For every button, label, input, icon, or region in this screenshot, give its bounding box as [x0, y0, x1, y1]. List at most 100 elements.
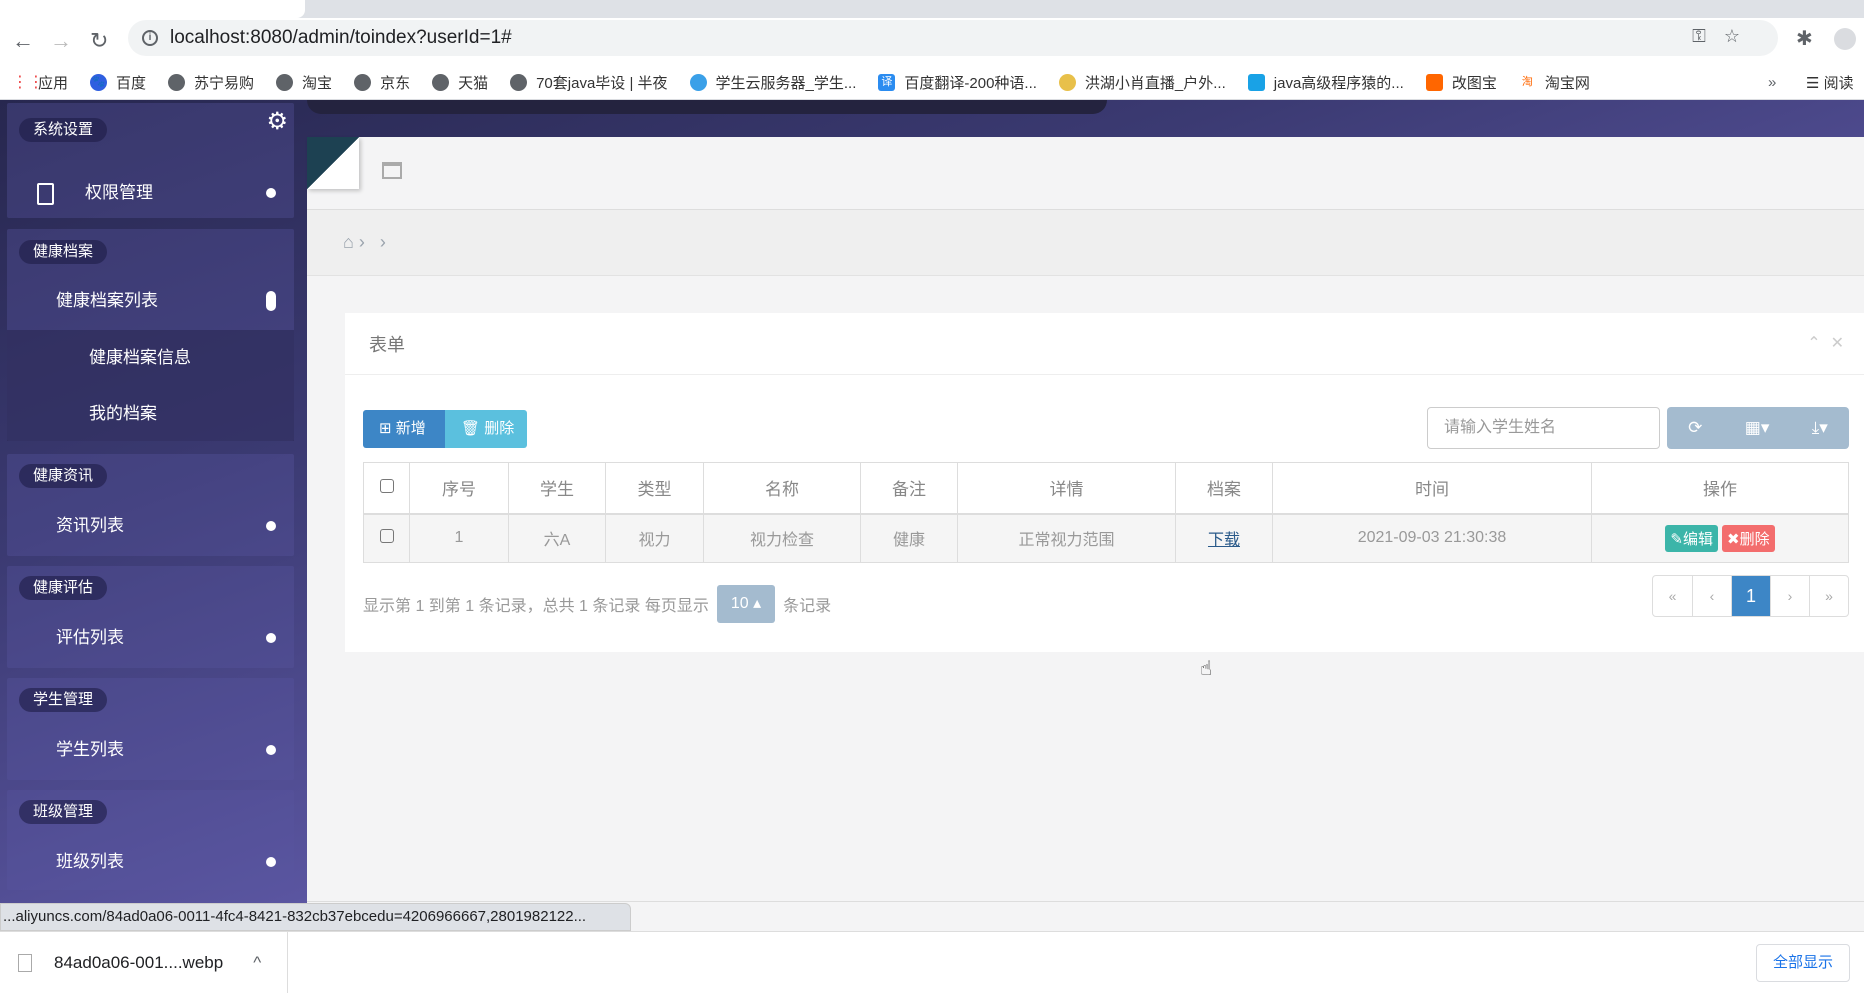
- delete-label: 删除: [1739, 530, 1770, 548]
- address-bar[interactable]: i localhost:8080/admin/toindex?userId=1# ⚿…: [128, 20, 1778, 56]
- show-all-button[interactable]: 全部显示: [1755, 944, 1850, 982]
- close-icon[interactable]: ✕: [1831, 335, 1854, 352]
- col-header[interactable]: 备注: [860, 462, 958, 514]
- bookmark[interactable]: 译百度翻译-200种语...: [878, 72, 1037, 93]
- globe-icon: [276, 74, 294, 91]
- col-header[interactable]: 类型: [605, 462, 704, 514]
- last-page-button[interactable]: »: [1809, 576, 1848, 616]
- key-star-icons[interactable]: ⚿☆: [1692, 26, 1758, 47]
- bookmark[interactable]: 天猫: [432, 72, 488, 93]
- sidebar-toggle[interactable]: [307, 137, 359, 189]
- download-shelf: 84ad0a06-001....webp ^ 全部显示: [0, 931, 1864, 993]
- table-header: 序号 学生 类型 名称 备注 详情 档案 时间 操作: [363, 462, 1849, 514]
- item-label: 评估列表: [56, 628, 124, 647]
- extensions-icon[interactable]: ✱: [1796, 26, 1813, 51]
- prev-page-button[interactable]: ‹: [1692, 576, 1731, 616]
- col-header[interactable]: 档案: [1175, 462, 1273, 514]
- col-header[interactable]: 序号: [409, 462, 509, 514]
- sidebar-item-assessment-list[interactable]: 评估列表: [7, 618, 294, 658]
- page-size-select[interactable]: 10 ▴: [716, 585, 776, 623]
- bookmark-label: 苏宁易购: [194, 75, 255, 92]
- sidebar-item-news-list[interactable]: 资讯列表: [7, 506, 294, 546]
- forward-icon[interactable]: →: [50, 28, 72, 54]
- next-page-button[interactable]: ›: [1770, 576, 1809, 616]
- sidebar-group-news: 健康资讯 资讯列表: [7, 454, 294, 556]
- dot-icon: [266, 188, 276, 198]
- cell-student: 六A: [508, 512, 606, 563]
- student-search-input[interactable]: 请输入学生姓名: [1427, 407, 1660, 449]
- bookmark[interactable]: 🐾 百度: [90, 72, 146, 93]
- select-all-checkbox[interactable]: [379, 478, 394, 493]
- active-tab[interactable]: [0, 0, 305, 18]
- sidebar-item-record-list[interactable]: 健康档案列表: [7, 281, 294, 321]
- col-header[interactable]: 学生: [508, 462, 606, 514]
- sidebar-item-student-list[interactable]: 学生列表: [7, 730, 294, 770]
- collapse-icon[interactable]: ⌃: [1807, 335, 1830, 352]
- dot-icon: [266, 521, 276, 531]
- bookmark-label: 天猫: [458, 75, 489, 92]
- col-header[interactable]: 操作: [1591, 462, 1849, 514]
- export-icon[interactable]: ⤓▾: [1812, 418, 1828, 438]
- row-delete-button[interactable]: ✖删除: [1722, 524, 1775, 552]
- first-page-button[interactable]: «: [1653, 576, 1692, 616]
- gear-icon[interactable]: ⚙: [266, 107, 288, 136]
- apps-icon: ⋮⋮: [12, 74, 44, 91]
- window-icon[interactable]: [382, 162, 402, 179]
- bookmark[interactable]: 淘淘宝网: [1519, 72, 1590, 93]
- url-text: localhost:8080/admin/toindex?userId=1#: [170, 27, 512, 48]
- row-checkbox[interactable]: [379, 528, 394, 543]
- reading-list-label: 阅读: [1823, 75, 1854, 92]
- item-label: 班级列表: [56, 852, 124, 871]
- bookmark[interactable]: 淘宝: [276, 72, 332, 93]
- bookmark[interactable]: 京东: [354, 72, 410, 93]
- col-header[interactable]: 详情: [957, 462, 1176, 514]
- chevron-right-icon: ›: [358, 232, 365, 252]
- sidebar-item-permissions[interactable]: 权限管理: [7, 173, 294, 213]
- reload-icon[interactable]: ↻: [90, 28, 108, 54]
- main-content: ⌂ › › 表单 ⌃✕ ⊞ 新增 🗑 删除 请输入学生姓名 ⟳ ▦▾ ⤓▾ 序号 学…: [307, 137, 1864, 963]
- back-icon[interactable]: ←: [12, 28, 34, 54]
- cell-time: 2021-09-03 21:30:38: [1272, 512, 1592, 563]
- bookmark[interactable]: 洪湖小肖直播_户外...: [1058, 72, 1226, 93]
- translate-icon: 译: [878, 74, 896, 91]
- cell-name: 视力检查: [703, 512, 861, 563]
- col-header[interactable]: 时间: [1272, 462, 1592, 514]
- sidebar-subitem-record-info[interactable]: 健康档案信息: [7, 338, 294, 378]
- sidebar-group-assessment: 健康评估 评估列表: [7, 566, 294, 668]
- download-link[interactable]: 下载: [1208, 532, 1240, 549]
- pagination-suffix: 条记录: [783, 598, 832, 615]
- download-item[interactable]: 84ad0a06-001....webp ^: [18, 932, 288, 993]
- bookmark[interactable]: 学生云服务器_学生...: [689, 72, 856, 93]
- bookmark-label: 淘宝网: [1544, 75, 1590, 92]
- delete-button[interactable]: 🗑 删除: [445, 410, 527, 448]
- bookmark[interactable]: ⋮⋮ 应用: [12, 72, 68, 93]
- reading-list[interactable]: ☰ 阅读: [1806, 72, 1854, 93]
- col-header[interactable]: 名称: [703, 462, 861, 514]
- bookmark[interactable]: 苏宁易购: [168, 72, 254, 93]
- bookmarks-bar: ⋮⋮ 应用 🐾 百度 苏宁易购 淘宝 京东 天猫 70套java毕设 | 半夜 学生…: [0, 66, 1864, 100]
- sidebar-item-class-list[interactable]: 班级列表: [7, 842, 294, 882]
- bookmark-label: 改图宝: [1451, 75, 1497, 92]
- edit-button[interactable]: ✎编辑: [1665, 524, 1718, 552]
- chevron-up-icon[interactable]: ^: [253, 953, 261, 973]
- sidebar-subitem-my-record[interactable]: 我的档案: [7, 394, 294, 434]
- add-button[interactable]: ⊞ 新增: [363, 410, 445, 448]
- home-icon[interactable]: ⌂: [343, 232, 354, 252]
- columns-icon[interactable]: ▦▾: [1745, 418, 1770, 438]
- item-label: 学生列表: [56, 740, 124, 759]
- sidebar-group-system: 系统设置 ⚙ 权限管理: [7, 103, 294, 218]
- info-icon[interactable]: i: [142, 30, 158, 46]
- refresh-icon[interactable]: ⟳: [1688, 418, 1702, 438]
- profile-avatar[interactable]: [1834, 28, 1856, 50]
- bookmark-label: java高级程序猿的...: [1273, 75, 1404, 92]
- sidebar-group-health-records: 健康档案 健康档案列表 健康档案信息 我的档案: [7, 229, 294, 441]
- bookmark[interactable]: 改图宝: [1425, 72, 1497, 93]
- sidebar-group-students: 学生管理 学生列表: [7, 678, 294, 780]
- bookmark-label: 百度翻译-200种语...: [904, 75, 1037, 92]
- bookmarks-more[interactable]: »: [1768, 74, 1776, 91]
- expanded-icon: [266, 291, 276, 311]
- bookmark[interactable]: java高级程序猿的...: [1247, 72, 1404, 93]
- page-1-button[interactable]: 1: [1731, 576, 1770, 616]
- bookmark[interactable]: 70套java毕设 | 半夜: [510, 72, 668, 93]
- bookmark-label: 应用: [38, 75, 69, 92]
